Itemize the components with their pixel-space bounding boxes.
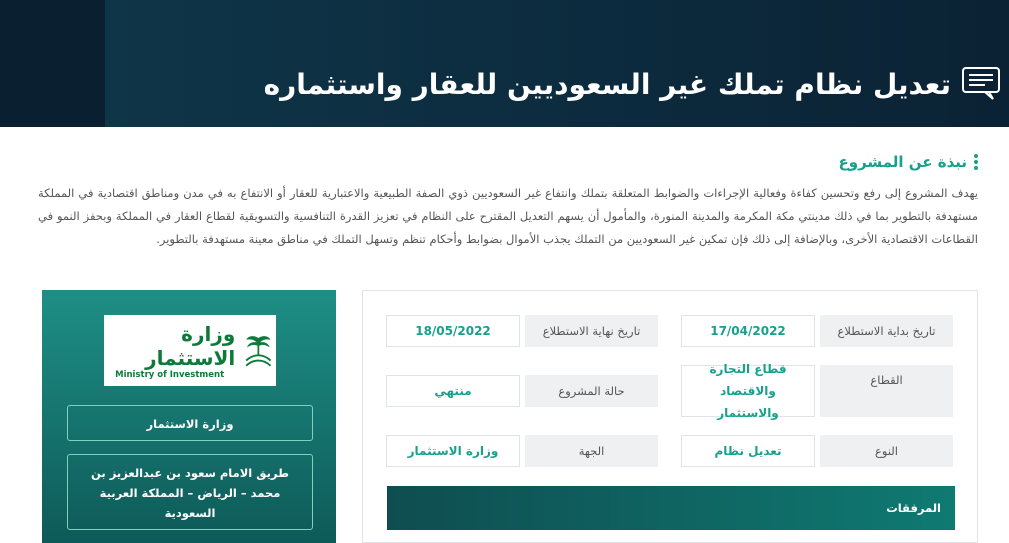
org-name: وزارة الاستثمار [67,405,313,441]
end-date-label: تاريخ نهاية الاستطلاع [525,315,658,347]
start-date-value: 17/04/2022 [681,315,815,347]
main-content: نبذة عن المشروع يهدف المشروع إلى رفع وتح… [17,127,1000,543]
title-wrap: تعديل نظام تملك غير السعوديين للعقار واس… [264,64,1001,104]
palm-swords-emblem-icon [245,335,272,366]
logo-english: Ministry of Investment [115,369,225,380]
status-label: حالة المشروع [525,375,658,407]
type-label: النوع [820,435,953,467]
start-date-label: تاريخ بداية الاستطلاع [820,315,953,347]
sector-value: قطاع التجارة والاقتصاد والاستثمار [681,362,815,420]
attachments-header[interactable]: المرفقات [387,486,955,530]
page-header: تعديل نظام تملك غير السعوديين للعقار واس… [0,0,1009,127]
header-side-panel [0,0,105,127]
organization-card: وزارة الاستثمار Ministry of Investment و… [42,290,336,543]
logo-arabic: وزارة الاستثمار [145,321,236,370]
about-title: نبذة عن المشروع [838,153,967,171]
status-value: منتهي [386,375,520,407]
about-paragraph: يهدف المشروع إلى رفع وتحسين كفاءة وفعالي… [38,186,978,246]
end-date-value: 18/05/2022 [386,315,520,347]
page-title: تعديل نظام تملك غير السعوديين للعقار واس… [263,67,951,101]
ministry-logo: وزارة الاستثمار Ministry of Investment [104,315,276,386]
type-value: تعديل نظام [681,435,815,467]
logo-text: وزارة الاستثمار Ministry of Investment [104,322,235,380]
entity-label: الجهة [525,435,658,467]
project-details-card: تاريخ بداية الاستطلاع 17/04/2022 تاريخ ن… [362,290,978,543]
sector-label: القطاع [820,365,953,417]
org-address: طريق الامام سعود بن عبدالعزيز بن محمد – … [67,454,313,530]
chat-icon [962,67,1000,100]
entity-value: وزارة الاستثمار [386,435,520,467]
kebab-icon [973,154,978,170]
about-heading: نبذة عن المشروع [839,153,978,171]
